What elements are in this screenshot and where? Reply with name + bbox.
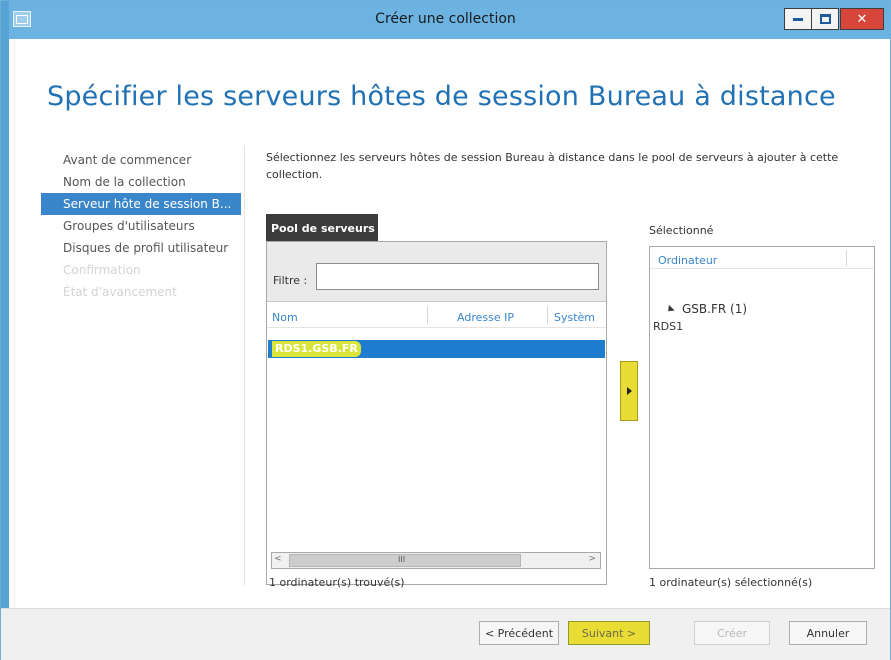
page-title: Spécifier les serveurs hôtes de session … — [47, 81, 836, 112]
wizard-window: Créer une collection ✕ Spécifier les ser… — [0, 0, 891, 660]
pool-count: 1 ordinateur(s) trouvé(s) — [269, 576, 405, 589]
close-button[interactable]: ✕ — [840, 8, 884, 30]
nav-divider — [244, 146, 245, 586]
nav-item-serveur-hote[interactable]: Serveur hôte de session B... — [41, 193, 241, 215]
page-description: Sélectionnez les serveurs hôtes de sessi… — [266, 151, 839, 181]
column-divider[interactable] — [547, 306, 548, 324]
horizontal-scrollbar[interactable]: < III > — [271, 552, 601, 569]
column-divider[interactable] — [846, 250, 847, 266]
selected-panel: Ordinateur GSB.FR (1) RDS1 — [649, 246, 875, 569]
nav-item-disques-profil[interactable]: Disques de profil utilisateur — [41, 237, 241, 259]
nav-item-avant-de-commencer[interactable]: Avant de commencer — [41, 149, 241, 171]
add-arrow-icon — [626, 387, 632, 395]
group-label: GSB.FR (1) — [682, 302, 748, 316]
filter-input[interactable] — [316, 263, 599, 290]
maximize-button[interactable] — [811, 8, 839, 30]
filter-bar: Filtre : — [267, 242, 606, 302]
title-bar[interactable]: Créer une collection ✕ — [1, 1, 890, 39]
nav-item-etat-avancement: État d'avancement — [63, 285, 177, 299]
expand-triangle-icon[interactable] — [665, 304, 675, 315]
filter-label: Filtre : — [273, 274, 308, 287]
selected-count: 1 ordinateur(s) sélectionné(s) — [649, 576, 813, 589]
scrollbar-thumb[interactable]: III — [289, 554, 521, 567]
scroll-grip: III — [398, 555, 406, 564]
selected-server-item[interactable]: RDS1 — [653, 320, 683, 333]
nav-item-confirmation: Confirmation — [63, 263, 141, 277]
maximize-icon — [819, 14, 831, 24]
tab-pool-de-serveurs[interactable]: Pool de serveurs — [266, 214, 378, 241]
row-server-name: RDS1.GSB.FR — [272, 341, 361, 357]
scroll-left-icon[interactable]: < — [274, 554, 282, 564]
minimize-icon — [793, 17, 803, 21]
selected-column-header-row: Ordinateur — [650, 247, 874, 269]
server-pool-panel: Filtre : Nom Adresse IP Systèm RDS1.GSB.… — [266, 241, 607, 585]
window-title: Créer une collection — [375, 11, 516, 27]
selected-label: Sélectionné — [649, 224, 714, 237]
scroll-right-icon[interactable]: > — [588, 554, 596, 564]
previous-button[interactable]: < Précédent — [479, 621, 559, 645]
nav-item-groupes-utilisateurs[interactable]: Groupes d'utilisateurs — [41, 215, 241, 237]
column-divider[interactable] — [427, 306, 428, 324]
add-to-selection-button[interactable] — [620, 361, 638, 421]
create-button: Créer — [694, 621, 770, 645]
group-row[interactable]: GSB.FR (1) — [665, 302, 748, 316]
minimize-button[interactable] — [784, 8, 812, 30]
cancel-button[interactable]: Annuler — [789, 621, 867, 645]
window-left-edge — [1, 1, 9, 660]
pool-column-headers: Nom Adresse IP Systèm — [267, 302, 606, 328]
column-header-adresse-ip[interactable]: Adresse IP — [457, 311, 514, 324]
close-icon: ✕ — [856, 11, 868, 27]
table-row[interactable]: RDS1.GSB.FR — [268, 340, 605, 358]
column-header-ordinateur[interactable]: Ordinateur — [658, 254, 717, 267]
column-header-nom[interactable]: Nom — [272, 311, 298, 324]
column-header-systeme[interactable]: Systèm — [554, 311, 595, 324]
next-button[interactable]: Suivant > — [568, 621, 650, 645]
wizard-nav: Avant de commencer Nom de la collection … — [41, 149, 241, 303]
nav-item-nom-collection[interactable]: Nom de la collection — [41, 171, 241, 193]
